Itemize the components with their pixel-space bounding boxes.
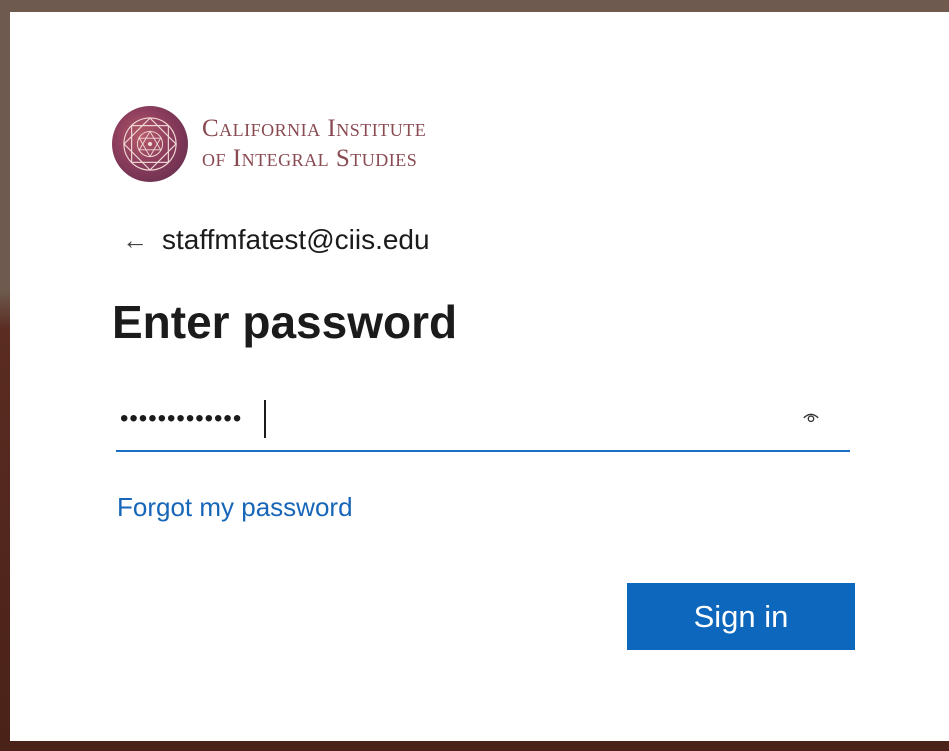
page-title: Enter password xyxy=(112,296,458,348)
organization-logo: California Institute of Integral Studies xyxy=(112,106,426,182)
text-caret xyxy=(264,400,266,438)
sign-in-card: California Institute of Integral Studies… xyxy=(10,12,949,741)
eye-icon[interactable] xyxy=(802,408,820,426)
sign-in-button[interactable]: Sign in xyxy=(627,583,855,650)
back-arrow-icon[interactable]: ← xyxy=(122,227,148,253)
organization-name-line-2: of Integral Studies xyxy=(202,145,418,172)
account-identity: ← staffmfatest@ciis.edu xyxy=(122,224,430,256)
forgot-password-link[interactable]: Forgot my password xyxy=(117,492,353,523)
organization-name-line-1: California Institute xyxy=(202,115,427,142)
mandala-logo-icon xyxy=(112,106,188,182)
account-email: staffmfatest@ciis.edu xyxy=(162,224,430,255)
password-input[interactable] xyxy=(118,394,782,444)
password-field[interactable] xyxy=(116,390,850,452)
organization-name: California Institute of Integral Studies xyxy=(202,114,426,174)
